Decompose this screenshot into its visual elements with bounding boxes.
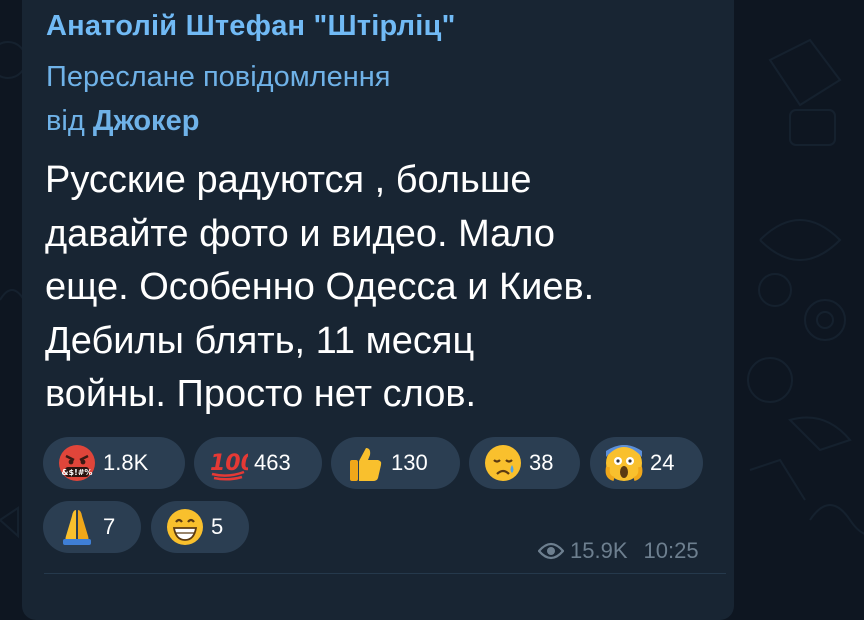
reaction-crying-face[interactable]: 38 <box>469 437 580 489</box>
eye-icon <box>538 542 564 560</box>
forwarded-from-name[interactable]: Джокер <box>93 105 200 137</box>
svg-text:&$!#%: &$!#% <box>62 468 93 477</box>
folded-hands-icon <box>63 510 91 545</box>
reaction-count: 7 <box>103 514 116 539</box>
message-line: еще. Особенно Одесса и Киев. <box>45 266 595 308</box>
reaction-grinning-face[interactable]: 5 <box>151 501 249 553</box>
reaction-thumbs-up[interactable]: 130 <box>331 437 460 489</box>
forwarded-label: Переслане повідомлення <box>46 61 391 93</box>
reaction-count: 38 <box>529 450 554 475</box>
reaction-count: 24 <box>650 450 675 475</box>
cursing-face-icon: &$!#% <box>59 445 95 481</box>
reaction-hundred-points[interactable]: 100 463 <box>194 437 322 489</box>
message-line: Дебилы блять, 11 месяц <box>45 319 475 362</box>
reaction-count: 130 <box>391 450 428 475</box>
view-count: 15.9K <box>570 538 628 563</box>
grinning-face-icon <box>167 509 203 545</box>
message-line: войны. Просто нет слов. <box>45 373 477 415</box>
message-text: Русские радуются , больше давайте фото и… <box>45 154 725 422</box>
crying-face-icon <box>485 445 521 481</box>
reaction-screaming-face[interactable]: 24 <box>590 437 703 489</box>
reaction-folded-hands[interactable]: 7 <box>43 501 141 553</box>
screaming-face-icon <box>605 445 643 481</box>
message-line: Русские радуются , больше <box>45 159 532 201</box>
message-time: 10:25 <box>643 538 699 563</box>
reaction-count: 5 <box>211 514 224 539</box>
reaction-count: 1.8K <box>103 450 149 475</box>
thumbs-up-icon <box>350 448 382 481</box>
forwarded-from-prefix: від <box>46 105 85 137</box>
message-line: давайте фото и видео. Мало <box>45 212 556 255</box>
forwarded-from[interactable]: від Джокер <box>46 105 199 138</box>
reaction-count: 463 <box>254 450 291 475</box>
hundred-points-icon: 100 <box>210 451 248 481</box>
author-name[interactable]: Анатолій Штефан "Штірліц" <box>46 10 456 43</box>
message-meta: 15.9K 10:25 <box>538 538 699 564</box>
reaction-cursing-face[interactable]: &$!#% 1.8K <box>43 437 185 489</box>
comments-divider <box>44 573 726 574</box>
